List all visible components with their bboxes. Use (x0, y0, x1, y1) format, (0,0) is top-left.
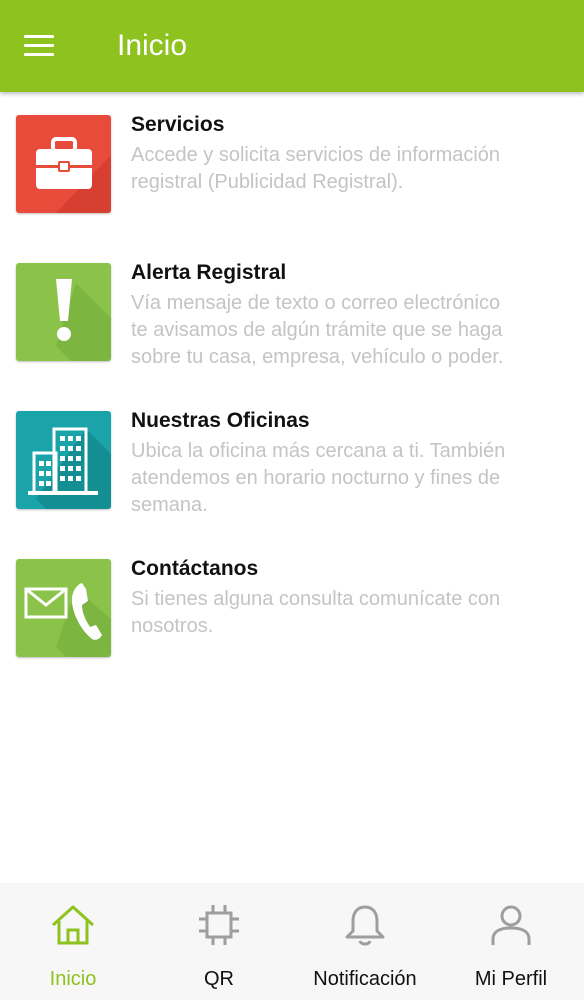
item-title: Nuestras Oficinas (131, 409, 310, 432)
qr-scan-icon (199, 905, 239, 945)
list-item-nuestras-oficinas[interactable]: Nuestras Oficinas Ubica la oficina más c… (0, 388, 584, 528)
office-building-icon (16, 411, 111, 509)
item-description: Accede y solicita servicios de informaci… (131, 144, 501, 193)
nav-item-qr[interactable]: QR (146, 883, 292, 1000)
briefcase-icon (16, 115, 111, 213)
nav-label: QR (204, 968, 234, 990)
exclamation-icon (16, 263, 111, 361)
list-item-servicios[interactable]: Servicios Accede y solicita servicios de… (0, 92, 584, 232)
list-item-alerta-registral[interactable]: Alerta Registral Vía mensaje de texto o … (0, 240, 584, 380)
nav-label: Inicio (49, 968, 97, 990)
page-title: Inicio (117, 29, 188, 62)
nav-label: Mi Perfil (474, 968, 548, 990)
app-bar: Inicio (0, 0, 584, 92)
item-description: Ubica la oficina más cercana a ti. Tambi… (131, 440, 506, 516)
item-title: Alerta Registral (131, 261, 287, 284)
hamburger-menu-icon[interactable] (18, 28, 60, 64)
nav-label: Notificación (313, 968, 417, 990)
bottom-navigation: Inicio QR Notificación Mi Perfil (0, 883, 584, 1000)
user-icon (491, 905, 531, 945)
list-item-contactanos[interactable]: Contáctanos Si tienes alguna consulta co… (0, 536, 584, 676)
home-icon (51, 905, 95, 945)
nav-item-mi-perfil[interactable]: Mi Perfil (438, 883, 584, 1000)
item-title: Servicios (131, 113, 225, 136)
item-description: Si tienes alguna consulta comunícate con… (131, 588, 501, 637)
item-title: Contáctanos (131, 557, 259, 580)
bell-icon (345, 905, 385, 946)
nav-item-inicio[interactable]: Inicio (0, 883, 146, 1000)
item-description: Vía mensaje de texto o correo electrónic… (131, 292, 504, 368)
envelope-phone-icon (16, 559, 111, 657)
nav-item-notificacion[interactable]: Notificación (292, 883, 438, 1000)
